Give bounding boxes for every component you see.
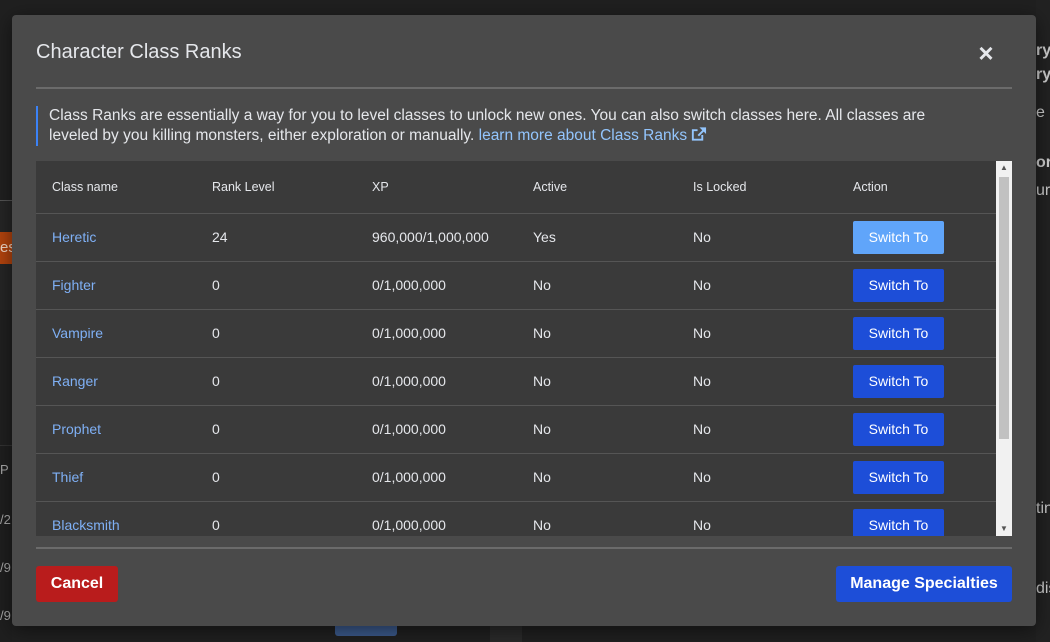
action-cell: Switch To — [837, 261, 996, 310]
locked-cell: No — [677, 261, 837, 310]
xp-cell: 0/1,000,000 — [356, 357, 517, 406]
scrollbar-thumb[interactable] — [999, 177, 1009, 439]
background-button — [335, 626, 397, 636]
table-row: Heretic 24 960,000/1,000,000 Yes No Swit… — [36, 213, 996, 262]
background-text: ry — [1036, 42, 1050, 59]
column-header-class-name: Class name — [36, 161, 196, 214]
locked-cell: No — [677, 309, 837, 358]
switch-to-button[interactable]: Switch To — [853, 268, 944, 302]
background-text: dis — [1036, 580, 1050, 597]
switch-to-button[interactable]: Switch To — [853, 460, 944, 494]
locked-cell: No — [677, 501, 837, 536]
active-cell: No — [517, 501, 677, 536]
switch-to-button[interactable]: Switch To — [853, 508, 944, 536]
action-cell: Switch To — [837, 453, 996, 502]
class-ranks-table-container: Class name Rank Level XP Active Is Locke… — [36, 161, 1012, 536]
table-row: Thief 0 0/1,000,000 No No Switch To — [36, 453, 996, 502]
xp-cell: 0/1,000,000 — [356, 405, 517, 454]
background-right-panel — [1036, 0, 1050, 642]
class-name-link[interactable]: Fighter — [36, 261, 196, 310]
xp-cell: 0/1,000,000 — [356, 261, 517, 310]
rank-level-cell: 0 — [196, 453, 356, 502]
active-cell: No — [517, 453, 677, 502]
close-icon[interactable]: × — [976, 40, 996, 66]
scroll-down-arrow-icon[interactable]: ▼ — [996, 522, 1012, 536]
xp-cell: 960,000/1,000,000 — [356, 213, 517, 262]
xp-cell: 0/1,000,000 — [356, 309, 517, 358]
active-cell: No — [517, 261, 677, 310]
table-row: Prophet 0 0/1,000,000 No No Switch To — [36, 405, 996, 454]
rank-level-cell: 0 — [196, 405, 356, 454]
class-ranks-modal: Character Class Ranks × Class Ranks are … — [12, 15, 1036, 626]
cancel-button[interactable]: Cancel — [36, 566, 118, 602]
background-text: e S — [1036, 104, 1050, 121]
switch-to-button[interactable]: Switch To — [853, 220, 944, 254]
table-scrollbar[interactable]: ▲ ▼ — [996, 161, 1012, 536]
background-orange-button: es — [0, 232, 12, 264]
divider — [36, 547, 1012, 549]
learn-more-link[interactable]: learn more about Class Ranks — [479, 127, 708, 144]
info-alert: Class Ranks are essentially a way for yo… — [36, 106, 976, 146]
table-row: Vampire 0 0/1,000,000 No No Switch To — [36, 309, 996, 358]
class-name-link[interactable]: Prophet — [36, 405, 196, 454]
background-text: tin — [1036, 500, 1050, 517]
modal-title: Character Class Ranks — [36, 41, 242, 63]
column-header-action: Action — [837, 161, 996, 214]
rank-level-cell: 0 — [196, 261, 356, 310]
rank-level-cell: 0 — [196, 501, 356, 536]
background-text: P — [0, 462, 9, 477]
manage-specialties-button[interactable]: Manage Specialties — [836, 566, 1012, 602]
table-header-row: Class name Rank Level XP Active Is Locke… — [36, 161, 996, 214]
class-name-link[interactable]: Blacksmith — [36, 501, 196, 536]
class-ranks-table: Class name Rank Level XP Active Is Locke… — [36, 161, 996, 536]
switch-to-button[interactable]: Switch To — [853, 316, 944, 350]
background-text: /9 — [0, 560, 11, 575]
switch-to-button[interactable]: Switch To — [853, 412, 944, 446]
background-text: or — [1036, 154, 1050, 171]
active-cell: No — [517, 357, 677, 406]
background-text: /2 — [0, 512, 11, 527]
action-cell: Switch To — [837, 309, 996, 358]
action-cell: Switch To — [837, 405, 996, 454]
background-text: /9 — [0, 608, 11, 623]
action-cell: Switch To — [837, 357, 996, 406]
column-header-is-locked: Is Locked — [677, 161, 837, 214]
column-header-active: Active — [517, 161, 677, 214]
action-cell: Switch To — [837, 501, 996, 536]
switch-to-button[interactable]: Switch To — [853, 364, 944, 398]
xp-cell: 0/1,000,000 — [356, 501, 517, 536]
locked-cell: No — [677, 453, 837, 502]
table-row: Fighter 0 0/1,000,000 No No Switch To — [36, 261, 996, 310]
scroll-up-arrow-icon[interactable]: ▲ — [996, 161, 1012, 175]
rank-level-cell: 0 — [196, 309, 356, 358]
background-text: ure — [1036, 182, 1050, 199]
column-header-rank-level: Rank Level — [196, 161, 356, 214]
locked-cell: No — [677, 213, 837, 262]
xp-cell: 0/1,000,000 — [356, 453, 517, 502]
external-link-icon — [692, 127, 707, 141]
rank-level-cell: 0 — [196, 357, 356, 406]
action-cell: Switch To — [837, 213, 996, 262]
class-name-link[interactable]: Ranger — [36, 357, 196, 406]
class-name-link[interactable]: Vampire — [36, 309, 196, 358]
column-header-xp: XP — [356, 161, 517, 214]
rank-level-cell: 24 — [196, 213, 356, 262]
table-row: Ranger 0 0/1,000,000 No No Switch To — [36, 357, 996, 406]
background-bar — [490, 626, 522, 642]
class-name-link[interactable]: Thief — [36, 453, 196, 502]
locked-cell: No — [677, 357, 837, 406]
active-cell: Yes — [517, 213, 677, 262]
active-cell: No — [517, 309, 677, 358]
divider — [36, 87, 1012, 89]
background-text: ry — [1036, 66, 1050, 83]
locked-cell: No — [677, 405, 837, 454]
class-name-link[interactable]: Heretic — [36, 213, 196, 262]
learn-more-link-label: learn more about Class Ranks — [478, 127, 688, 144]
active-cell: No — [517, 405, 677, 454]
table-row: Blacksmith 0 0/1,000,000 No No Switch To — [36, 501, 996, 536]
